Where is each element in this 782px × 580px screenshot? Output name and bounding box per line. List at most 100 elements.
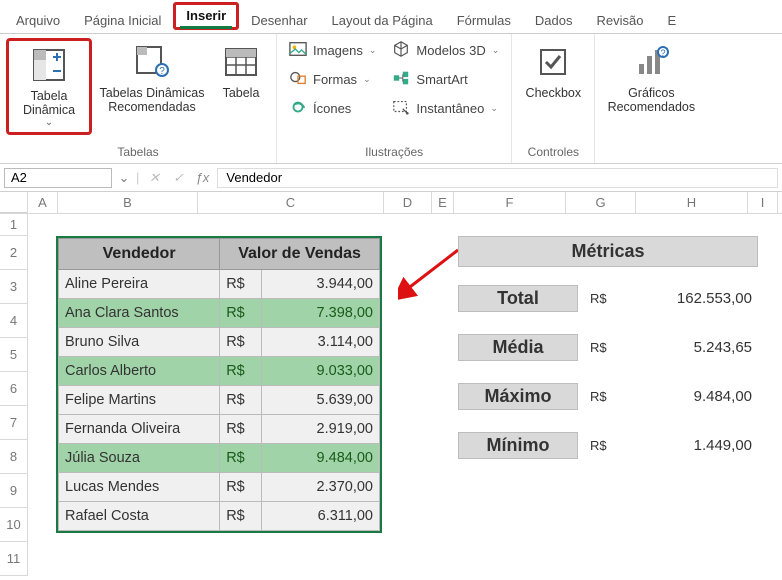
row-header-1[interactable]: 1	[0, 214, 28, 236]
tab-desenhar[interactable]: Desenhar	[239, 7, 319, 33]
row-header-6[interactable]: 6	[0, 372, 28, 406]
cell-value[interactable]: 7.398,00	[262, 299, 380, 328]
tab-página-inicial[interactable]: Página Inicial	[72, 7, 173, 33]
tab-revisão[interactable]: Revisão	[585, 7, 656, 33]
table-label: Tabela	[223, 86, 260, 100]
col-header-valor: Valor de Vendas	[220, 239, 380, 270]
cell-value[interactable]: 3.944,00	[262, 270, 380, 299]
cell-currency[interactable]: R$	[220, 357, 262, 386]
col-header-H[interactable]: H	[636, 192, 748, 213]
select-all-corner[interactable]	[0, 192, 28, 213]
col-header-B[interactable]: B	[58, 192, 198, 213]
cell-value[interactable]: 5.639,00	[262, 386, 380, 415]
table-button[interactable]: Tabela	[212, 38, 270, 135]
models-3d-label: Modelos 3D	[416, 43, 485, 58]
cell-value[interactable]: 9.033,00	[262, 357, 380, 386]
cell-vendedor[interactable]: Bruno Silva	[59, 328, 220, 357]
row-header-5[interactable]: 5	[0, 338, 28, 372]
table-row[interactable]: Fernanda OliveiraR$2.919,00	[59, 415, 380, 444]
formula-input[interactable]	[217, 168, 778, 188]
fx-icon[interactable]: ƒx	[193, 170, 211, 185]
col-header-E[interactable]: E	[432, 192, 454, 213]
group-label-graficos	[601, 143, 701, 163]
cell-currency[interactable]: R$	[220, 299, 262, 328]
cell-value[interactable]: 2.370,00	[262, 473, 380, 502]
row-header-3[interactable]: 3	[0, 270, 28, 304]
chevron-down-icon: ⌄	[363, 74, 371, 85]
cell-vendedor[interactable]: Ana Clara Santos	[59, 299, 220, 328]
tab-arquivo[interactable]: Arquivo	[4, 7, 72, 33]
table-row[interactable]: Bruno SilvaR$3.114,00	[59, 328, 380, 357]
svg-text:?: ?	[159, 66, 165, 77]
col-header-G[interactable]: G	[566, 192, 636, 213]
col-header-A[interactable]: A	[28, 192, 58, 213]
cell-value[interactable]: 6.311,00	[262, 502, 380, 531]
tab-e[interactable]: E	[655, 7, 688, 33]
col-header-F[interactable]: F	[454, 192, 566, 213]
screenshot-label: Instantâneo	[416, 101, 484, 116]
checkbox-button[interactable]: Checkbox	[518, 38, 588, 104]
models-3d-button[interactable]: Modelos 3D ⌄	[392, 40, 499, 61]
cell-currency[interactable]: R$	[220, 328, 262, 357]
group-label-controles: Controles	[518, 143, 588, 163]
cell-currency[interactable]: R$	[220, 473, 262, 502]
cell-value[interactable]: 9.484,00	[262, 444, 380, 473]
row-header-8[interactable]: 8	[0, 440, 28, 474]
tab-inserir[interactable]: Inserir	[173, 2, 239, 30]
table-row[interactable]: Ana Clara SantosR$7.398,00	[59, 299, 380, 328]
table-row[interactable]: Júlia SouzaR$9.484,00	[59, 444, 380, 473]
metric-currency: R$	[590, 389, 624, 404]
screenshot-button[interactable]: Instantâneo ⌄	[392, 98, 499, 119]
pivot-table-button[interactable]: Tabela Dinâmica ⌄	[6, 38, 92, 135]
col-header-I[interactable]: I	[748, 192, 778, 213]
cell-vendedor[interactable]: Felipe Martins	[59, 386, 220, 415]
cancel-formula-icon[interactable]: ✕	[145, 170, 163, 186]
recommended-pivot-button[interactable]: ? Tabelas Dinâmicas Recomendadas	[96, 38, 208, 135]
table-row[interactable]: Aline PereiraR$3.944,00	[59, 270, 380, 299]
table-row[interactable]: Felipe MartinsR$5.639,00	[59, 386, 380, 415]
smartart-label: SmartArt	[416, 72, 467, 87]
icons-button[interactable]: Ícones	[289, 98, 376, 119]
metric-row-mínimo: MínimoR$1.449,00	[458, 432, 758, 459]
name-box[interactable]	[4, 168, 112, 188]
selected-range[interactable]: Vendedor Valor de Vendas Aline PereiraR$…	[56, 236, 382, 533]
images-button[interactable]: Imagens ⌄	[289, 40, 376, 61]
cell-currency[interactable]: R$	[220, 502, 262, 531]
icons-icon	[289, 98, 307, 119]
cell-vendedor[interactable]: Júlia Souza	[59, 444, 220, 473]
tab-fórmulas[interactable]: Fórmulas	[445, 7, 523, 33]
row-header-2[interactable]: 2	[0, 236, 28, 270]
row-header-9[interactable]: 9	[0, 474, 28, 508]
tab-layout-da-página[interactable]: Layout da Página	[320, 7, 445, 33]
row-header-4[interactable]: 4	[0, 304, 28, 338]
shapes-button[interactable]: Formas ⌄	[289, 69, 376, 90]
smartart-button[interactable]: SmartArt	[392, 69, 499, 90]
col-header-C[interactable]: C	[198, 192, 384, 213]
col-header-D[interactable]: D	[384, 192, 432, 213]
row-header-10[interactable]: 10	[0, 508, 28, 542]
cell-currency[interactable]: R$	[220, 270, 262, 299]
cell-value[interactable]: 2.919,00	[262, 415, 380, 444]
cell-vendedor[interactable]: Rafael Costa	[59, 502, 220, 531]
name-box-dropdown[interactable]: ⌄	[118, 170, 130, 186]
chart-icon: ?	[631, 42, 671, 82]
cell-vendedor[interactable]: Fernanda Oliveira	[59, 415, 220, 444]
pivot-table-icon	[29, 45, 69, 85]
recommended-charts-button[interactable]: ? Gráficos Recomendados	[601, 38, 701, 118]
cell-value[interactable]: 3.114,00	[262, 328, 380, 357]
row-header-11[interactable]: 11	[0, 542, 28, 576]
table-row[interactable]: Carlos AlbertoR$9.033,00	[59, 357, 380, 386]
cell-vendedor[interactable]: Carlos Alberto	[59, 357, 220, 386]
cell-vendedor[interactable]: Lucas Mendes	[59, 473, 220, 502]
cell-vendedor[interactable]: Aline Pereira	[59, 270, 220, 299]
table-row[interactable]: Lucas MendesR$2.370,00	[59, 473, 380, 502]
cell-currency[interactable]: R$	[220, 444, 262, 473]
cell-currency[interactable]: R$	[220, 386, 262, 415]
metric-label: Total	[458, 285, 578, 312]
row-header-7[interactable]: 7	[0, 406, 28, 440]
cell-currency[interactable]: R$	[220, 415, 262, 444]
ribbon-tabs: ArquivoPágina InicialInserirDesenharLayo…	[0, 0, 782, 34]
table-row[interactable]: Rafael CostaR$6.311,00	[59, 502, 380, 531]
tab-dados[interactable]: Dados	[523, 7, 585, 33]
accept-formula-icon[interactable]: ✓	[169, 170, 187, 186]
